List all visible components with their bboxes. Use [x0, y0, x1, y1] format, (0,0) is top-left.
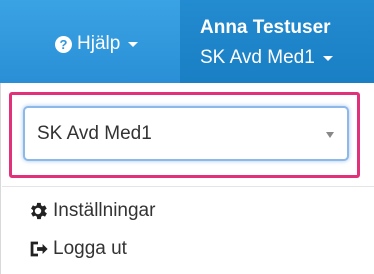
top-navbar: ? Hjälp Anna Testuser SK Avd Med1	[0, 0, 374, 83]
help-label: Hjälp	[77, 33, 121, 54]
unit-select-value: SK Avd Med1	[37, 122, 152, 144]
user-unit: SK Avd Med1	[200, 47, 333, 69]
user-name: Anna Testuser	[200, 17, 331, 38]
user-menu-button[interactable]: Anna Testuser SK Avd Med1	[180, 0, 374, 83]
help-menu-button[interactable]: ? Hjälp	[55, 30, 139, 58]
menu-item-logout[interactable]: Logga ut	[27, 235, 127, 263]
select-caret-icon	[326, 132, 334, 138]
question-icon: ?	[55, 35, 72, 53]
menu-item-settings[interactable]: Inställningar	[27, 197, 155, 225]
user-dropdown-menu: SK Avd Med1 Inställningar Logga ut	[0, 83, 374, 274]
menu-item-settings-label: Inställningar	[53, 200, 156, 221]
chevron-down-icon	[322, 55, 333, 61]
gear-icon	[31, 202, 47, 220]
chevron-down-icon	[128, 41, 139, 47]
logout-icon	[30, 241, 48, 257]
unit-select[interactable]: SK Avd Med1	[23, 106, 349, 161]
highlight-box: SK Avd Med1	[9, 92, 360, 178]
menu-item-logout-label: Logga ut	[53, 238, 127, 259]
menu-divider	[2, 186, 374, 187]
user-unit-label: SK Avd Med1	[200, 47, 315, 68]
